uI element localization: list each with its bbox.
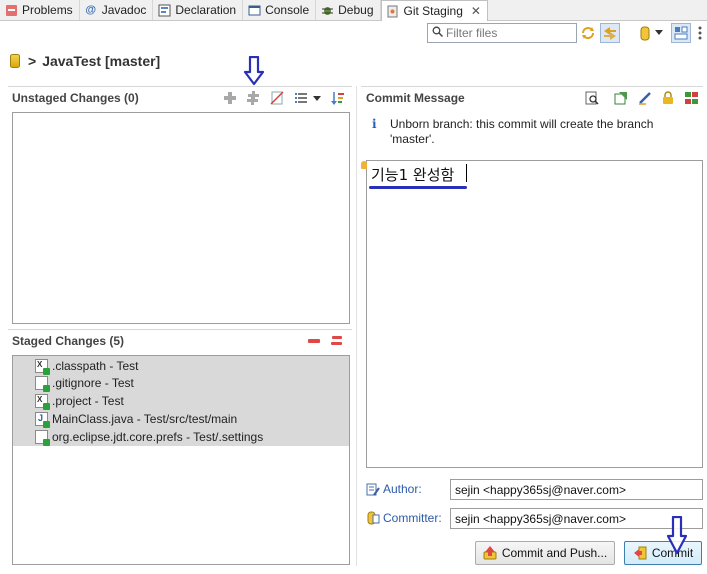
committer-label-link[interactable]: Committer: [366,511,442,525]
info-icon: i [372,117,377,131]
debug-icon [320,3,334,17]
staged-files-list[interactable]: .classpath - Test .gitignore - Test .pro… [12,355,350,565]
unstage-all-icon[interactable] [330,334,344,348]
author-label: Author: [383,482,422,496]
file-label: .gitignore - Test [52,376,134,390]
ignore-icon[interactable] [270,91,284,105]
text-file-icon [35,376,50,392]
chevron-down-icon[interactable] [652,23,666,43]
list-item[interactable]: .gitignore - Test [13,374,349,392]
commit-message-editor[interactable]: 기능1 완성함 [361,160,703,468]
amend-icon[interactable] [614,91,628,105]
view-tab-bar: Problems @ Javadoc Declaration Console De… [0,0,707,21]
commit-message-text: 기능1 완성함 [371,166,455,184]
list-item[interactable]: .classpath - Test [13,356,349,375]
tab-problems[interactable]: Problems [0,0,80,20]
xml-file-icon [35,394,50,410]
xml-file-icon [35,358,50,375]
author-icon [366,482,380,496]
commit-icon [633,546,647,560]
search-icon [432,26,444,40]
tab-declaration[interactable]: Declaration [153,0,244,20]
tab-git-staging[interactable]: Git Staging ✕ [380,0,488,21]
problems-icon [4,3,18,17]
author-field[interactable]: sejin <happy365sj@naver.com> [450,479,703,500]
info-text: Unborn branch: this commit will create t… [390,117,654,146]
section-divider [8,329,352,330]
java-file-icon [35,412,50,428]
git-staging-icon [386,4,400,18]
file-label: .project - Test [52,394,124,408]
content-assist-bulb-icon [361,161,367,169]
console-icon [247,3,261,17]
lock-icon[interactable] [661,91,675,105]
unstage-selected-icon[interactable] [307,334,321,348]
presentation-icon[interactable] [294,91,308,105]
close-icon[interactable]: ✕ [471,4,481,18]
stage-all-icon[interactable] [246,91,260,105]
staged-rows: .classpath - Test .gitignore - Test .pro… [13,356,349,446]
repository-icon [10,54,20,68]
unborn-branch-info: i Unborn branch: this commit will create… [372,117,692,147]
tab-label: Console [265,3,310,17]
commit-and-push-label: Commit and Push... [501,546,608,560]
tab-label: Git Staging [403,4,463,18]
tab-javadoc[interactable]: @ Javadoc [80,0,154,20]
push-icon [483,546,497,560]
view-menu-icon[interactable] [694,23,706,43]
annotation-underline [369,186,467,189]
unstaged-files-list[interactable] [12,112,350,324]
layout-icon[interactable] [671,23,691,43]
committer-icon [366,511,380,525]
section-divider [361,86,703,87]
unstaged-title: Unstaged Changes (0) [12,91,139,105]
repository-title: JavaTest [master] [42,53,161,69]
tab-label: Problems [22,3,73,17]
tab-console[interactable]: Console [243,0,317,20]
commit-and-push-button[interactable]: Commit and Push... [475,541,615,565]
tab-label: Debug [338,3,374,17]
show-previous-icon[interactable] [585,91,599,105]
refresh-icon[interactable] [578,23,598,43]
sign-off-icon[interactable] [638,91,652,105]
author-label-link[interactable]: Author: [366,482,422,496]
link-selection-icon[interactable] [600,23,620,43]
sash[interactable] [356,86,357,566]
annotation-down-arrow [243,55,265,89]
repository-header: > JavaTest [master] [10,53,160,69]
list-item[interactable]: .project - Test [13,392,349,410]
javadoc-icon: @ [85,4,97,16]
list-item[interactable]: org.eclipse.jdt.core.prefs - Test/.setti… [13,428,349,446]
file-label: org.eclipse.jdt.core.prefs - Test/.setti… [52,430,264,444]
commit-message-title: Commit Message [366,91,465,105]
section-divider [8,86,352,87]
staged-title: Staged Changes (5) [12,334,125,348]
file-label: .classpath - Test [52,358,139,373]
tab-label: Declaration [175,3,237,17]
declaration-icon [157,3,171,17]
chevron-down-icon[interactable] [313,91,323,105]
filter-files-input[interactable] [446,26,566,40]
sort-icon[interactable] [331,91,345,105]
text-file-icon [35,430,50,446]
breadcrumb-separator: > [28,53,37,69]
change-id-icon[interactable] [684,91,698,105]
file-label: MainClass.java - Test/src/test/main [52,412,238,426]
annotation-down-arrow [666,515,688,559]
stage-selected-icon[interactable] [223,91,237,105]
committer-label: Committer: [383,511,442,525]
list-item[interactable]: MainClass.java - Test/src/test/main [13,410,349,428]
text-caret [466,164,467,182]
tab-debug[interactable]: Debug [316,0,381,20]
tab-label: Javadoc [101,3,147,17]
filter-files-field[interactable] [427,23,577,43]
commit-button[interactable]: Commit [624,541,702,565]
